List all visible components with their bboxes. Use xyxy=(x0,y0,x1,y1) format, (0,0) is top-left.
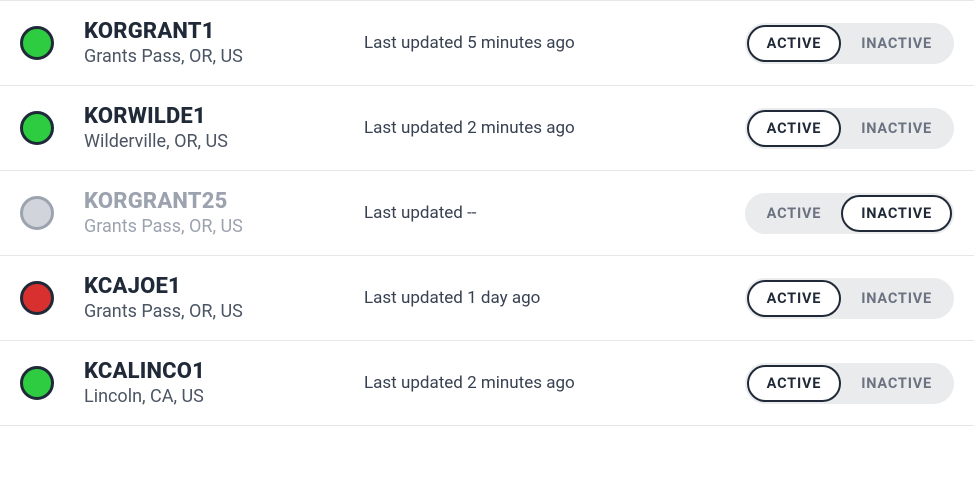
station-info: KCAJOE1Grants Pass, OR, US xyxy=(84,274,364,322)
active-button[interactable]: ACTIVE xyxy=(747,25,842,62)
status-indicator-icon xyxy=(20,366,54,400)
station-id[interactable]: KORWILDE1 xyxy=(84,104,364,129)
inactive-button[interactable]: INACTIVE xyxy=(841,365,952,402)
station-info: KORGRANT1Grants Pass, OR, US xyxy=(84,19,364,67)
inactive-button[interactable]: INACTIVE xyxy=(841,195,952,232)
status-indicator-icon xyxy=(20,111,54,145)
station-row: KORWILDE1Wilderville, OR, USLast updated… xyxy=(0,85,974,170)
station-location: Lincoln, CA, US xyxy=(84,386,364,407)
last-updated: Last updated 5 minutes ago xyxy=(364,33,745,53)
status-toggle: ACTIVEINACTIVE xyxy=(745,278,954,319)
station-row: KCAJOE1Grants Pass, OR, USLast updated 1… xyxy=(0,255,974,340)
status-toggle: ACTIVEINACTIVE xyxy=(745,108,954,149)
last-updated: Last updated 1 day ago xyxy=(364,288,745,308)
station-info: KORGRANT25Grants Pass, OR, US xyxy=(84,189,364,237)
status-toggle: ACTIVEINACTIVE xyxy=(745,23,954,64)
status-indicator-icon xyxy=(20,281,54,315)
status-toggle: ACTIVEINACTIVE xyxy=(745,363,954,404)
station-list: KORGRANT1Grants Pass, OR, USLast updated… xyxy=(0,0,974,426)
station-info: KCALINCO1Lincoln, CA, US xyxy=(84,359,364,407)
station-row: KCALINCO1Lincoln, CA, USLast updated 2 m… xyxy=(0,340,974,426)
status-toggle: ACTIVEINACTIVE xyxy=(745,193,954,234)
inactive-button[interactable]: INACTIVE xyxy=(841,110,952,147)
inactive-button[interactable]: INACTIVE xyxy=(841,280,952,317)
station-location: Grants Pass, OR, US xyxy=(84,216,364,237)
active-button[interactable]: ACTIVE xyxy=(747,110,842,147)
station-row: KORGRANT1Grants Pass, OR, USLast updated… xyxy=(0,0,974,85)
active-button[interactable]: ACTIVE xyxy=(747,280,842,317)
station-row: KORGRANT25Grants Pass, OR, USLast update… xyxy=(0,170,974,255)
status-indicator-icon xyxy=(20,196,54,230)
last-updated: Last updated -- xyxy=(364,203,745,223)
station-info: KORWILDE1Wilderville, OR, US xyxy=(84,104,364,152)
status-indicator-icon xyxy=(20,26,54,60)
station-id[interactable]: KCALINCO1 xyxy=(84,359,364,384)
station-location: Grants Pass, OR, US xyxy=(84,46,364,67)
last-updated: Last updated 2 minutes ago xyxy=(364,118,745,138)
last-updated: Last updated 2 minutes ago xyxy=(364,373,745,393)
active-button[interactable]: ACTIVE xyxy=(747,365,842,402)
station-location: Grants Pass, OR, US xyxy=(84,301,364,322)
station-id[interactable]: KCAJOE1 xyxy=(84,274,364,299)
station-location: Wilderville, OR, US xyxy=(84,131,364,152)
active-button[interactable]: ACTIVE xyxy=(747,195,842,232)
station-id[interactable]: KORGRANT25 xyxy=(84,189,364,214)
station-id[interactable]: KORGRANT1 xyxy=(84,19,364,44)
inactive-button[interactable]: INACTIVE xyxy=(841,25,952,62)
